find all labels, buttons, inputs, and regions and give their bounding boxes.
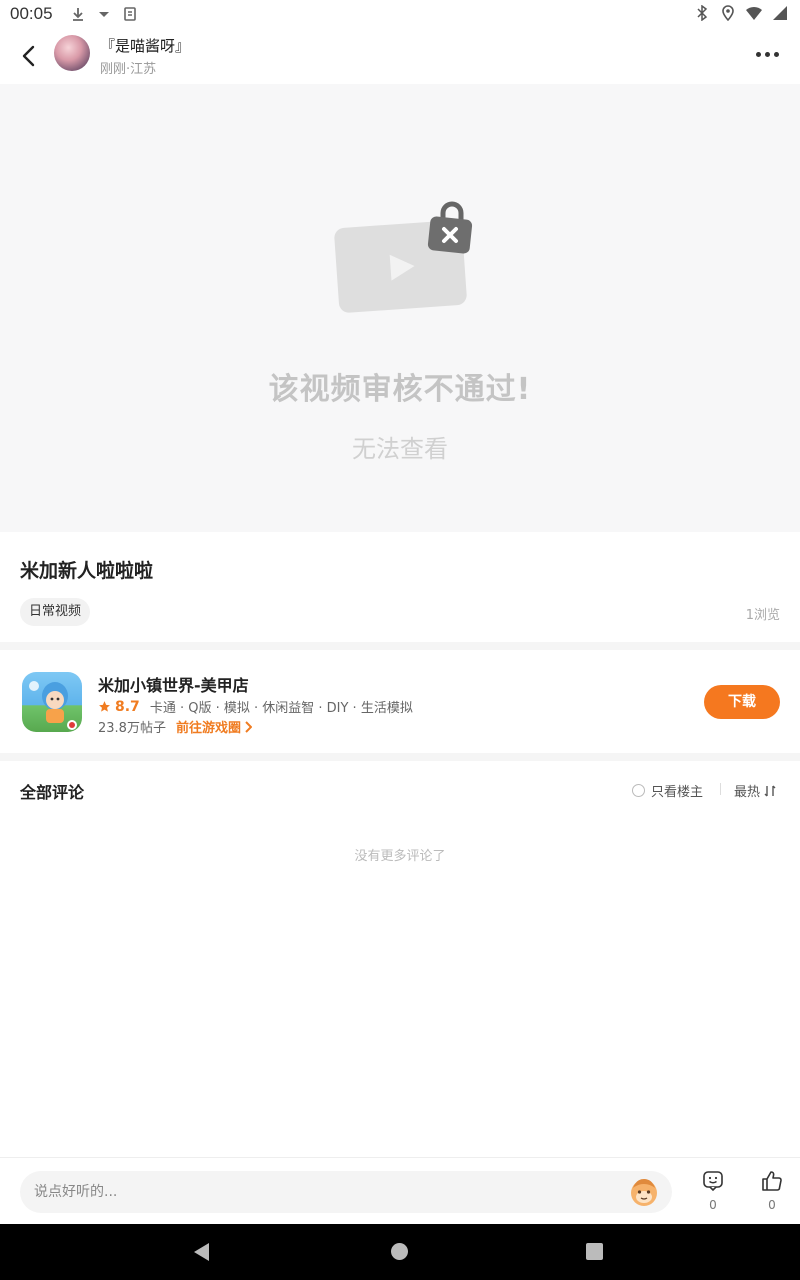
nav-back-icon[interactable] [193, 1242, 211, 1262]
sort-label: 最热 [734, 785, 761, 800]
comment-icon [703, 1171, 723, 1192]
emoji-icon[interactable] [628, 1176, 660, 1208]
sort-button[interactable]: 最热 [734, 781, 777, 800]
like-icon [762, 1171, 782, 1191]
comment-input[interactable] [20, 1171, 672, 1213]
section-divider [0, 642, 800, 650]
download-icon [73, 8, 83, 21]
post-header: 『是喵酱呀』 刚刚·江苏 [0, 28, 800, 84]
like-count: 0 [768, 1198, 776, 1212]
sort-icon [764, 785, 776, 796]
no-more-comments: 没有更多评论了 [354, 849, 446, 864]
download-button[interactable]: 下载 [704, 685, 780, 719]
game-circle-link[interactable]: 前往游戏圈 [176, 717, 252, 736]
video-rejected-message: 该视频审核不通过! [268, 372, 532, 407]
chevron-right-icon [245, 720, 252, 733]
game-post-count: 23.8万帖子 [98, 721, 166, 736]
comment-action[interactable]: 0 [693, 1170, 733, 1212]
game-stats-row: 23.8万帖子 前往游戏圈 [98, 717, 252, 736]
section-divider [0, 753, 800, 761]
sort-divider [720, 783, 721, 795]
dropdown-icon [99, 12, 109, 17]
view-count: 1浏览 [745, 608, 780, 623]
system-nav-bar [0, 1224, 800, 1280]
comment-count: 0 [709, 1198, 717, 1212]
only-op-radio[interactable] [632, 784, 645, 797]
game-score: 8.7 [115, 698, 140, 715]
only-op-label: 只看楼主 [651, 785, 704, 800]
status-time: 00:05 [10, 4, 53, 23]
bottom-bar: 0 0 [0, 1157, 800, 1224]
nav-home-icon[interactable] [391, 1243, 408, 1260]
location-icon [722, 5, 734, 21]
game-tags: 卡通 · Q版 · 模拟 · 休闲益智 · DIY · 生活模拟 [149, 701, 413, 716]
star-icon [99, 701, 110, 712]
nav-recents-icon[interactable] [586, 1243, 603, 1260]
clipboard-icon [124, 7, 136, 21]
game-rating-row: 8.7 卡通 · Q版 · 模拟 · 休闲益智 · DIY · 生活模拟 [98, 697, 413, 716]
only-op-toggle[interactable]: 只看楼主 [632, 781, 703, 800]
wifi-icon [746, 6, 762, 20]
game-icon[interactable] [22, 672, 82, 732]
game-circle-link-label: 前往游戏圈 [175, 721, 241, 736]
post-title: 米加新人啦啦啦 [20, 560, 154, 582]
game-name[interactable]: 米加小镇世界-美甲店 [98, 672, 249, 696]
bluetooth-icon [697, 5, 708, 21]
status-bar: 00:05 [0, 0, 800, 28]
more-dots-icon [755, 51, 761, 57]
post-tag[interactable]: 日常视频 [20, 598, 91, 626]
avatar[interactable] [54, 35, 90, 71]
video-rejected-submessage: 无法查看 [352, 435, 448, 463]
author-name[interactable]: 『是喵酱呀』 [100, 35, 190, 56]
status-right-icons [694, 5, 788, 21]
battery-icon [773, 6, 787, 20]
video-locked-icon [334, 201, 473, 313]
game-art-icon [29, 681, 77, 730]
like-action[interactable]: 0 [752, 1170, 792, 1212]
author-meta: 刚刚·江苏 [100, 62, 157, 77]
back-arrow-icon [22, 45, 35, 67]
comments-title: 全部评论 [20, 783, 85, 802]
more-button[interactable] [752, 42, 782, 66]
back-button[interactable] [14, 40, 42, 72]
status-left-icons [70, 6, 138, 22]
video-area: 该视频审核不通过! 无法查看 [0, 84, 800, 532]
